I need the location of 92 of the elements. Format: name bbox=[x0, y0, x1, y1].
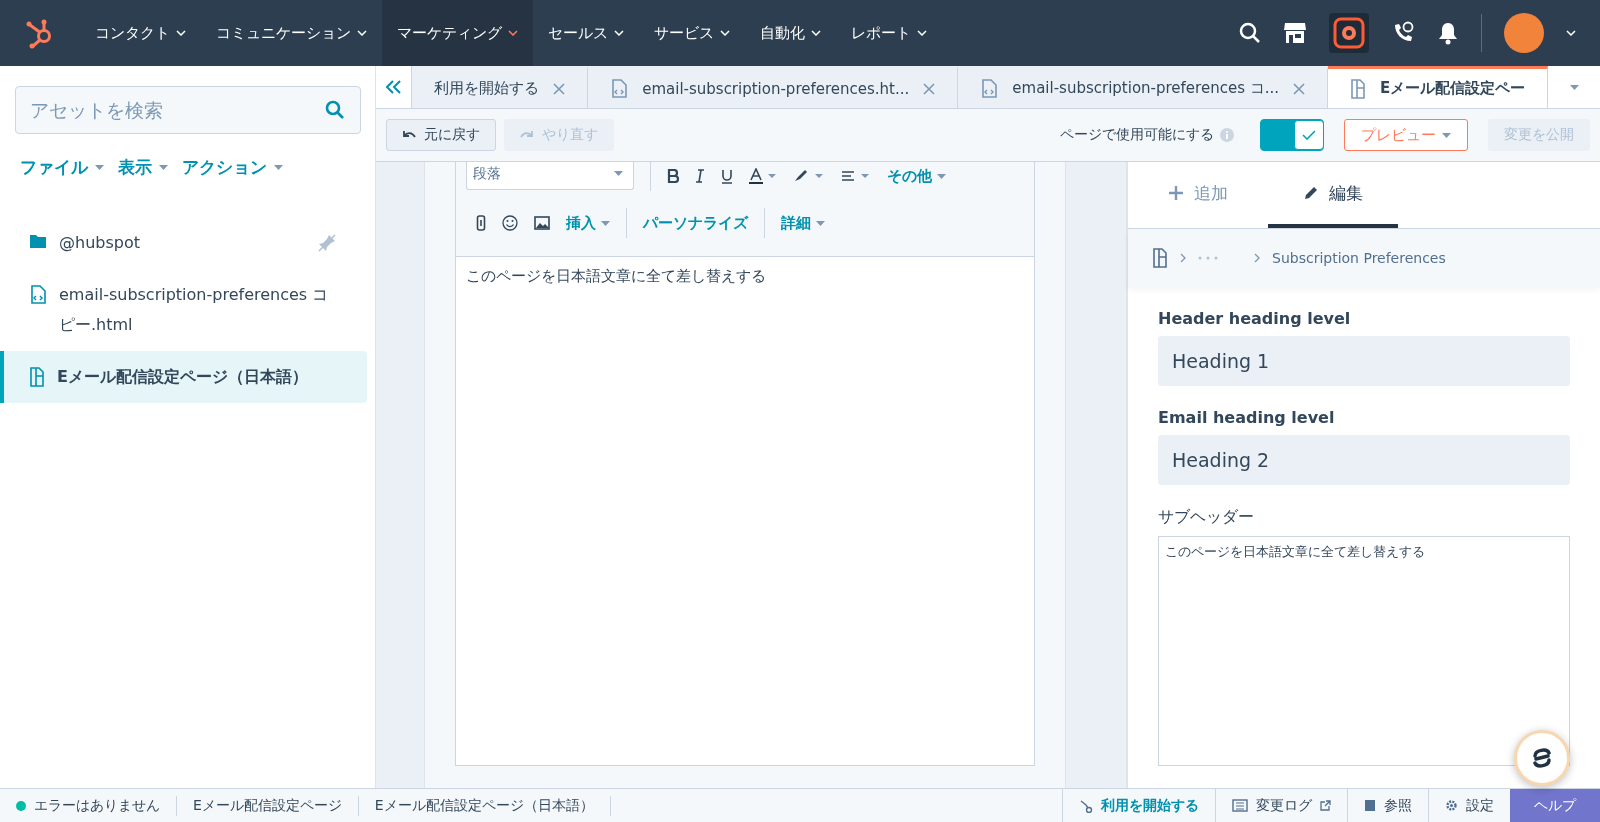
caret-icon bbox=[720, 30, 730, 36]
nav-menu-item[interactable]: レポート bbox=[836, 0, 942, 66]
pencil-icon bbox=[1303, 185, 1319, 201]
text-color-icon[interactable] bbox=[749, 168, 777, 184]
status-link[interactable]: 参照 bbox=[1347, 789, 1428, 822]
external-link-icon bbox=[1320, 800, 1331, 811]
nav-menu-item[interactable]: セールス bbox=[533, 0, 639, 66]
caret-icon bbox=[601, 220, 610, 226]
caret-icon bbox=[1569, 84, 1579, 90]
status-text: Eメール配信設定ページ（日本語） bbox=[374, 796, 594, 815]
gear-icon bbox=[1445, 799, 1458, 812]
format-dropdown[interactable]: 段落 bbox=[466, 162, 634, 190]
nav-menu-item[interactable]: マーケティング bbox=[382, 0, 533, 66]
close-icon[interactable] bbox=[1293, 82, 1305, 95]
branch-icon bbox=[1079, 798, 1093, 813]
caret-icon bbox=[937, 173, 946, 179]
caret-icon bbox=[811, 30, 821, 36]
redo-icon bbox=[520, 130, 534, 140]
chat-logo-icon bbox=[1531, 746, 1553, 770]
status-dot-icon bbox=[16, 800, 26, 811]
search-icon[interactable] bbox=[1239, 22, 1261, 44]
asset-item[interactable]: email-subscription-preferences コピー.html bbox=[0, 269, 367, 351]
help-button[interactable]: ヘルプ bbox=[1510, 789, 1600, 822]
field-label: Header heading level bbox=[1158, 308, 1352, 328]
settings-icon[interactable] bbox=[1329, 13, 1369, 53]
bold-icon[interactable] bbox=[667, 169, 679, 183]
asset-item[interactable]: Eメール配信設定ページ（日本語） bbox=[0, 351, 367, 403]
nav-menu-item[interactable]: コミュニケーション bbox=[201, 0, 382, 66]
link-icon[interactable] bbox=[476, 215, 486, 231]
info-icon bbox=[1220, 128, 1234, 142]
store-icon[interactable] bbox=[1283, 22, 1307, 44]
list-icon bbox=[1232, 799, 1248, 812]
status-text: Eメール配信設定ページ bbox=[193, 796, 342, 815]
caret-icon bbox=[508, 30, 518, 36]
status-link[interactable]: 変更ログ bbox=[1215, 789, 1347, 822]
close-icon[interactable] bbox=[553, 82, 566, 95]
page-icon bbox=[1350, 78, 1366, 99]
menu-button[interactable]: ファイル bbox=[20, 156, 104, 179]
field-label: Email heading level bbox=[1158, 407, 1336, 427]
caret-icon bbox=[159, 165, 168, 170]
plus-icon bbox=[1168, 185, 1184, 201]
status-text: エラーはありません bbox=[34, 796, 160, 815]
caret-icon bbox=[176, 30, 186, 36]
nav-menu-item[interactable]: サービス bbox=[639, 0, 745, 66]
code-file-icon bbox=[610, 78, 629, 99]
heading-select[interactable]: Heading 2 bbox=[1158, 435, 1570, 485]
page-icon bbox=[29, 367, 45, 387]
page-icon bbox=[1152, 248, 1168, 268]
nav-menu-item[interactable]: 自動化 bbox=[745, 0, 836, 66]
code-file-icon bbox=[29, 285, 47, 305]
caret-icon bbox=[1442, 132, 1451, 138]
heading-select[interactable]: Heading 1 bbox=[1158, 336, 1570, 386]
collapse-button[interactable] bbox=[376, 66, 413, 108]
double-chevron-icon bbox=[384, 80, 403, 94]
close-icon[interactable] bbox=[923, 82, 936, 95]
caret-icon bbox=[614, 171, 623, 176]
bell-icon[interactable] bbox=[1437, 21, 1459, 45]
code-file-icon bbox=[980, 78, 999, 99]
underline-icon[interactable] bbox=[721, 168, 733, 184]
asset-item[interactable]: @hubspot bbox=[0, 217, 367, 269]
emoji-icon[interactable] bbox=[502, 215, 518, 231]
nav-menu-item[interactable]: コンタクト bbox=[80, 0, 201, 66]
caret-icon bbox=[95, 165, 104, 170]
chevron-icon bbox=[1254, 253, 1260, 263]
avatar[interactable] bbox=[1504, 13, 1544, 53]
check-icon bbox=[1302, 130, 1316, 140]
menu-button[interactable]: アクション bbox=[182, 156, 283, 179]
menu-button[interactable]: 表示 bbox=[118, 156, 168, 179]
undo-icon bbox=[402, 130, 416, 140]
personalize-button[interactable]: パーソナライズ bbox=[643, 213, 748, 233]
text-area[interactable]: このページを日本語文章に全て差し替えする bbox=[1158, 536, 1570, 766]
caret-icon bbox=[274, 165, 283, 170]
field-label: サブヘッダー bbox=[1158, 506, 1255, 528]
caret-icon bbox=[614, 30, 624, 36]
editor-content[interactable]: このページを日本語文章に全て差し替えする bbox=[456, 257, 1034, 296]
caret-icon bbox=[917, 30, 927, 36]
image-icon[interactable] bbox=[534, 216, 550, 230]
caret-icon bbox=[357, 30, 367, 36]
caret-icon bbox=[1566, 30, 1576, 36]
editor-tab[interactable]: Eメール配信設定ペー bbox=[1328, 66, 1549, 108]
search-field[interactable]: アセットを検索 bbox=[15, 86, 361, 134]
chevron-icon bbox=[1180, 253, 1186, 263]
breadcrumb-link[interactable]: Subscription Preferences bbox=[1272, 250, 1446, 266]
caret-icon bbox=[816, 220, 825, 226]
highlighter-icon[interactable] bbox=[793, 169, 825, 183]
toggle-label: ページで使用可能にする bbox=[1060, 126, 1214, 144]
italic-icon[interactable] bbox=[695, 169, 705, 183]
undo-button[interactable]: 元に戻す bbox=[386, 119, 496, 151]
toggle-switch[interactable] bbox=[1260, 119, 1324, 151]
align-icon[interactable] bbox=[841, 169, 871, 183]
details-menu[interactable]: 詳細 bbox=[781, 213, 825, 233]
folder-icon bbox=[29, 233, 47, 249]
